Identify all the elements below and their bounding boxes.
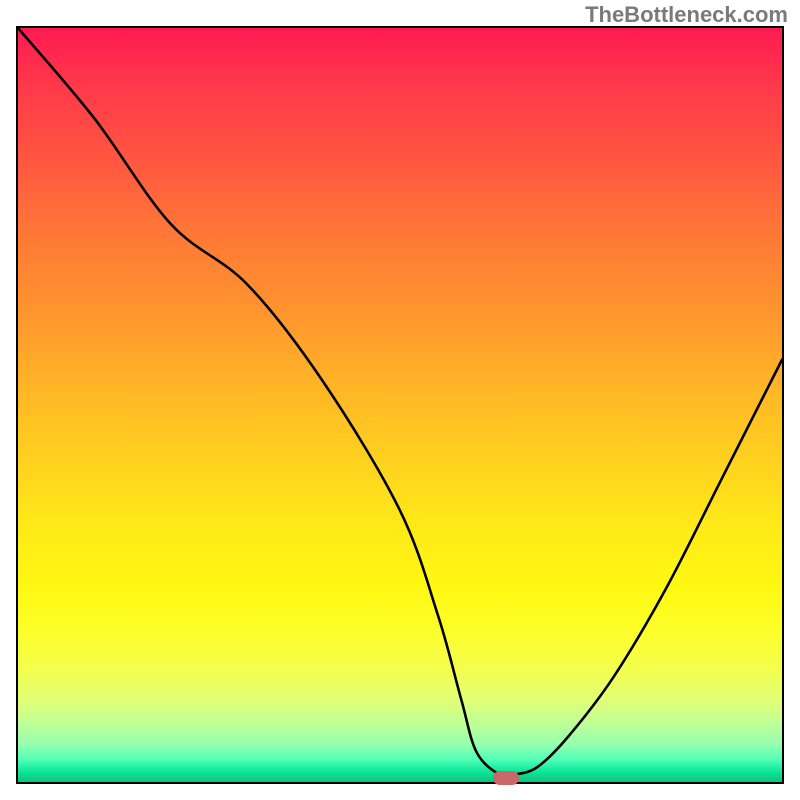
bottleneck-curve xyxy=(18,28,782,782)
chart-container: TheBottleneck.com xyxy=(0,0,800,800)
plot-area xyxy=(16,26,784,784)
optimal-marker xyxy=(493,771,519,785)
watermark-text: TheBottleneck.com xyxy=(585,2,788,28)
